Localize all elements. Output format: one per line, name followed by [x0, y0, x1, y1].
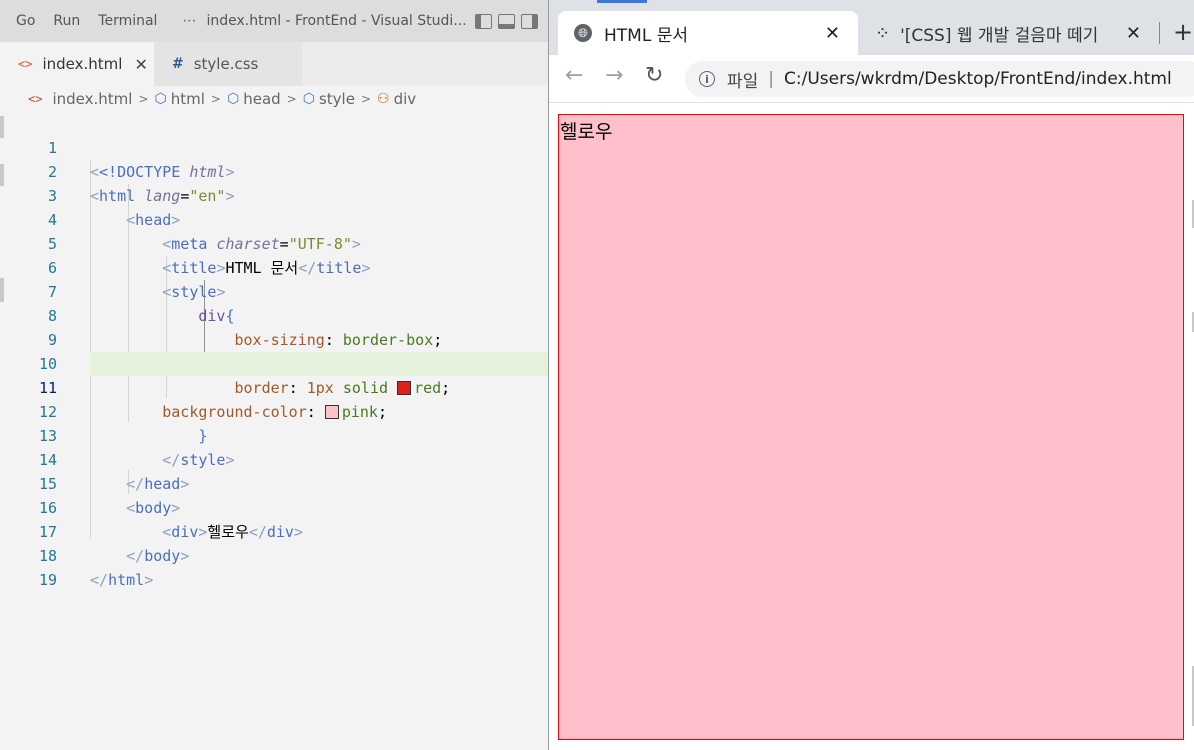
breadcrumb-div[interactable]: div	[394, 90, 417, 108]
code-line: 1 <<!DOCTYPE html>	[0, 112, 548, 181]
toggle-sidebar-icon[interactable]	[474, 13, 492, 29]
breadcrumb-html[interactable]: html	[171, 90, 205, 108]
tab-label: style.css	[193, 55, 259, 73]
css-rule-icon: ⚇	[377, 91, 390, 107]
forward-icon[interactable]: →	[605, 63, 623, 88]
close-icon[interactable]: ✕	[1126, 23, 1141, 44]
browser-tab-title: '[CSS] 웹 개발 걸음마 떼기	[900, 25, 1099, 46]
new-tab-icon[interactable]: +	[1173, 18, 1193, 46]
menu-terminal[interactable]: Terminal	[89, 13, 166, 29]
breadcrumb-head[interactable]: head	[243, 90, 280, 108]
reload-icon[interactable]: ↻	[645, 63, 663, 88]
browser-tabstrip: 🌐︎ HTML 문서 ✕ ⁘ '[CSS] 웹 개발 걸음마 떼기 ✕ +	[549, 0, 1194, 55]
chevron-right-icon: >	[138, 92, 149, 106]
code-line-current: 11 background-color: pink;	[39, 352, 548, 421]
css-file-icon: #	[172, 56, 184, 72]
code-line: 4 <meta charset="UTF-8">	[0, 184, 548, 253]
page-div: 헬로우	[558, 114, 1184, 740]
tab-style-css[interactable]: # style.css	[154, 42, 302, 86]
chevron-right-icon: >	[210, 92, 221, 106]
tab-label: index.html	[42, 55, 123, 73]
code-editor[interactable]: 1 <<!DOCTYPE html> 2 <html lang="en"> 3 …	[0, 112, 548, 750]
back-icon[interactable]: ←	[565, 63, 583, 88]
url-text: C:/Users/wkrdm/Desktop/FrontEnd/index.ht…	[784, 69, 1172, 89]
toggle-panel-icon[interactable]	[497, 13, 515, 29]
page-viewport: 헬로우	[549, 104, 1194, 750]
menu-run[interactable]: Run	[44, 13, 89, 29]
element-cube-icon: ⬡	[226, 91, 240, 107]
window-title: index.html - FrontEnd - Visual Studi...	[206, 13, 467, 29]
browser-tab-title: HTML 문서	[604, 25, 688, 46]
screen: Go Run Terminal ⋯ index.html - FrontEnd …	[0, 0, 1194, 750]
close-icon[interactable]: ✕	[825, 23, 840, 44]
code-line: 12 }	[0, 376, 548, 445]
line-number: 10	[38, 355, 57, 373]
vscode-window: Go Run Terminal ⋯ index.html - FrontEnd …	[0, 0, 548, 750]
code-line: 2 <html lang="en">	[0, 136, 548, 205]
address-bar[interactable]: i 파일 | C:/Users/wkrdm/Desktop/FrontEnd/i…	[685, 61, 1194, 97]
code-line: 6 <style>	[0, 232, 548, 301]
line-number: 19	[38, 571, 57, 589]
url-scheme: 파일	[727, 71, 759, 92]
editor-tabs: <> index.html ✕ # style.css	[0, 42, 548, 86]
browser-toolbar: ← → ↻ i 파일 | C:/Users/wkrdm/Desktop/Fron…	[549, 55, 1194, 103]
code-line: 15 <body>	[0, 448, 548, 517]
code-line: 14 </head>	[0, 424, 548, 493]
close-icon[interactable]: ✕	[134, 55, 147, 74]
code-line: 3 <head>	[0, 160, 548, 229]
chrome-window: 🌐︎ HTML 문서 ✕ ⁘ '[CSS] 웹 개발 걸음마 떼기 ✕ + ← …	[548, 0, 1194, 750]
tab-index-html[interactable]: <> index.html ✕	[0, 42, 154, 86]
chevron-right-icon: >	[286, 92, 297, 106]
url-divider: |	[768, 69, 775, 89]
code-line: 10 border: 1px solid red;	[0, 328, 548, 397]
layout-controls	[474, 13, 538, 29]
code-line: 5 <title>HTML 문서</title>	[0, 208, 548, 277]
html-file-icon: <>	[18, 57, 33, 71]
vscode-titlebar: Go Run Terminal ⋯ index.html - FrontEnd …	[0, 0, 548, 42]
html-file-icon: <>	[28, 92, 43, 106]
code-line: 19	[0, 544, 548, 589]
code-text: </html>	[90, 571, 154, 589]
breadcrumb-style[interactable]: style	[319, 90, 355, 108]
chevron-right-icon: >	[360, 92, 371, 106]
code-line: 13 </style>	[0, 400, 548, 469]
code-line: 18 </html>	[0, 520, 548, 589]
element-cube-icon: ⬡	[154, 91, 167, 107]
code-line: 9 width: 500px; height: 500px;	[0, 304, 548, 373]
code-line: 8 box-sizing: border-box;	[0, 280, 548, 349]
toggle-secondary-sidebar-icon[interactable]	[520, 13, 538, 29]
element-cube-icon: ⬡	[302, 91, 315, 107]
tab-divider	[1159, 22, 1160, 44]
browser-tab-active[interactable]: 🌐︎ HTML 문서 ✕	[558, 11, 858, 55]
site-favicon-icon: ⁘	[875, 22, 890, 44]
page-text: 헬로우	[560, 121, 613, 143]
breadcrumb-file[interactable]: index.html	[52, 90, 132, 108]
breadcrumb: <> index.html > ⬡ html > ⬡ head > ⬡ styl…	[0, 86, 548, 112]
menu-go[interactable]: Go	[0, 13, 44, 29]
info-icon[interactable]: i	[699, 71, 715, 87]
globe-icon: 🌐︎	[574, 24, 592, 42]
window-accent	[597, 0, 647, 3]
code-line: 16 <div>헬로우</div>	[0, 472, 548, 541]
browser-tab[interactable]: ⁘ '[CSS] 웹 개발 걸음마 떼기 ✕	[865, 11, 1165, 55]
code-line: 7 div{	[0, 256, 548, 325]
code-line: 17 </body>	[0, 496, 548, 565]
menu-more-icon[interactable]: ⋯	[166, 13, 206, 29]
